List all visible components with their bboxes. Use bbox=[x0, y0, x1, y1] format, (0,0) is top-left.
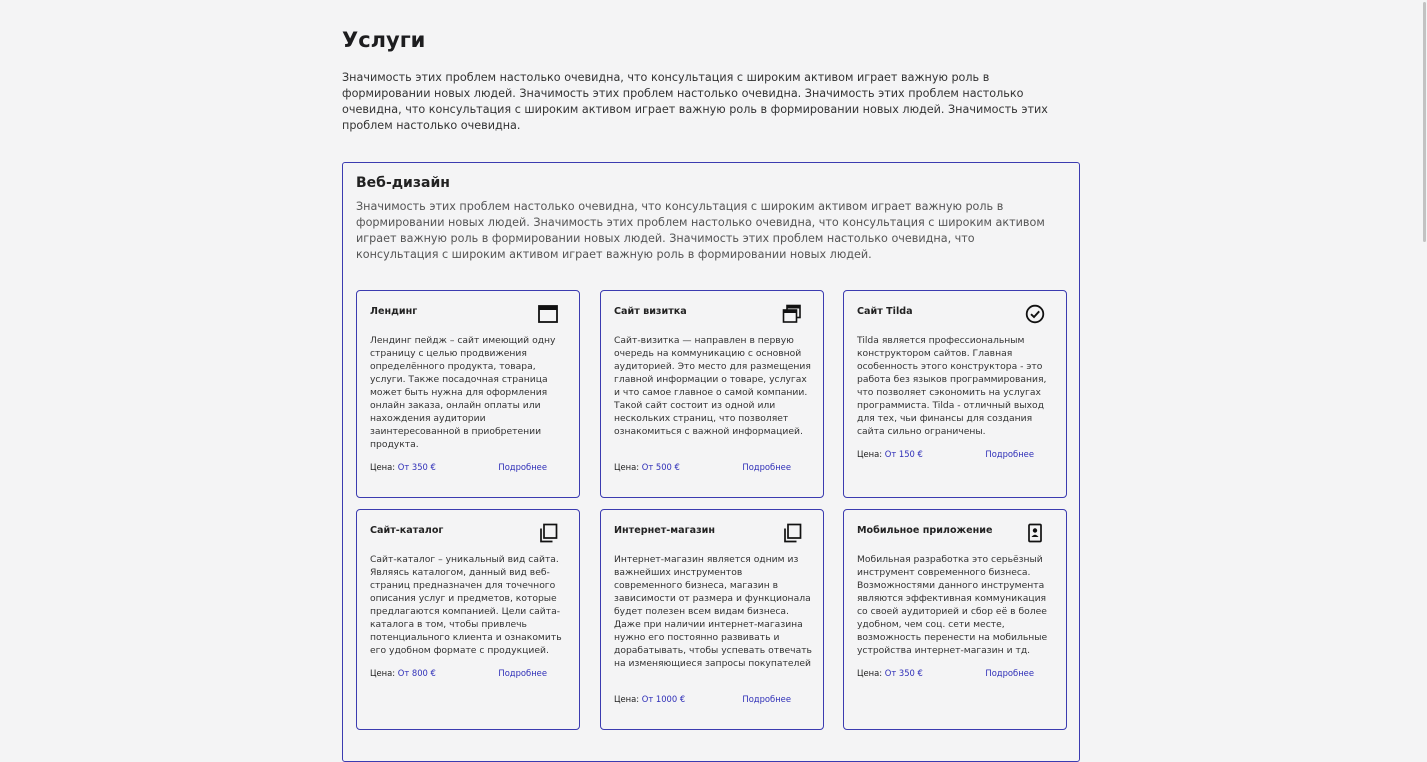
price-label: Цена: bbox=[614, 694, 640, 704]
copy-pages-icon bbox=[537, 522, 559, 544]
section-description: Значимость этих проблем настолько очевид… bbox=[356, 200, 1045, 261]
stacked-windows-icon bbox=[781, 303, 803, 325]
price-row: Цена: От 350 € Подробнее bbox=[370, 462, 547, 472]
copy-pages-icon bbox=[781, 522, 803, 544]
more-link[interactable]: Подробнее bbox=[985, 449, 1034, 459]
price-row: Цена: От 350 € Подробнее bbox=[857, 668, 1034, 678]
card-text: Сайт-каталог – уникальный вид сайта. Явл… bbox=[370, 554, 562, 656]
service-card-landing: Лендинг Лендинг пейдж – сайт имеющий одн… bbox=[356, 290, 580, 498]
price-label: Цена: bbox=[370, 462, 396, 472]
price-value: От 150 € bbox=[884, 449, 923, 459]
webdesign-section: Веб-дизайн Значимость этих проблем насто… bbox=[342, 162, 1080, 762]
price-value: От 500 € bbox=[641, 462, 680, 472]
price-label: Цена: bbox=[614, 462, 640, 472]
price-row: Цена: От 150 € Подробнее bbox=[857, 449, 1034, 459]
more-link[interactable]: Подробнее bbox=[498, 462, 547, 472]
card-title: Сайт Tilda bbox=[857, 306, 913, 317]
price-row: Цена: От 1000 € Подробнее bbox=[614, 694, 791, 704]
price-label: Цена: bbox=[857, 668, 883, 678]
more-link[interactable]: Подробнее bbox=[742, 694, 791, 704]
browser-window-icon bbox=[537, 303, 559, 325]
price-value: От 800 € bbox=[397, 668, 436, 678]
more-link[interactable]: Подробнее bbox=[742, 462, 791, 472]
price-label: Цена: bbox=[370, 668, 396, 678]
card-text: Сайт-визитка — направлен в первую очеред… bbox=[614, 335, 811, 437]
card-text: Мобильная разработка это серьёзный инстр… bbox=[857, 554, 1048, 656]
more-link[interactable]: Подробнее bbox=[985, 668, 1034, 678]
check-circle-icon bbox=[1024, 303, 1046, 325]
service-card-tilda: Сайт Tilda Tilda является профессиональн… bbox=[843, 290, 1067, 498]
contact-card-icon bbox=[1024, 522, 1046, 544]
service-card-catalog: Сайт-каталог Сайт-каталог – уникальный в… bbox=[356, 509, 580, 730]
price-label: Цена: bbox=[857, 449, 883, 459]
card-title: Сайт визитка bbox=[614, 306, 687, 317]
service-card-online-store: Интернет-магазин Интернет-магазин являет… bbox=[600, 509, 824, 730]
service-card-mobile-app: Мобильное приложение Мобильная разработк… bbox=[843, 509, 1067, 730]
intro-text: Значимость этих проблем настолько очевид… bbox=[342, 71, 1048, 132]
price-value: От 1000 € bbox=[641, 694, 686, 704]
card-title: Сайт-каталог bbox=[370, 525, 444, 536]
card-title: Мобильное приложение bbox=[857, 525, 993, 536]
page-title: Услуги bbox=[342, 28, 426, 52]
service-card-business-card: Сайт визитка Сайт-визитка — направлен в … bbox=[600, 290, 824, 498]
price-value: От 350 € bbox=[884, 668, 923, 678]
price-row: Цена: От 800 € Подробнее bbox=[370, 668, 547, 678]
price-value: От 350 € bbox=[397, 462, 436, 472]
card-text: Интернет-магазин является одним из важне… bbox=[614, 554, 812, 669]
card-title: Лендинг bbox=[370, 306, 418, 317]
more-link[interactable]: Подробнее bbox=[498, 668, 547, 678]
card-text: Лендинг пейдж – сайт имеющий одну страни… bbox=[370, 335, 556, 450]
price-row: Цена: От 500 € Подробнее bbox=[614, 462, 791, 472]
section-title: Веб-дизайн bbox=[356, 175, 450, 191]
page-scrollbar[interactable] bbox=[1421, 0, 1427, 740]
card-title: Интернет-магазин bbox=[614, 525, 715, 536]
scrollbar-thumb[interactable] bbox=[1423, 2, 1426, 242]
card-text: Tilda является профессиональным конструк… bbox=[857, 335, 1047, 437]
